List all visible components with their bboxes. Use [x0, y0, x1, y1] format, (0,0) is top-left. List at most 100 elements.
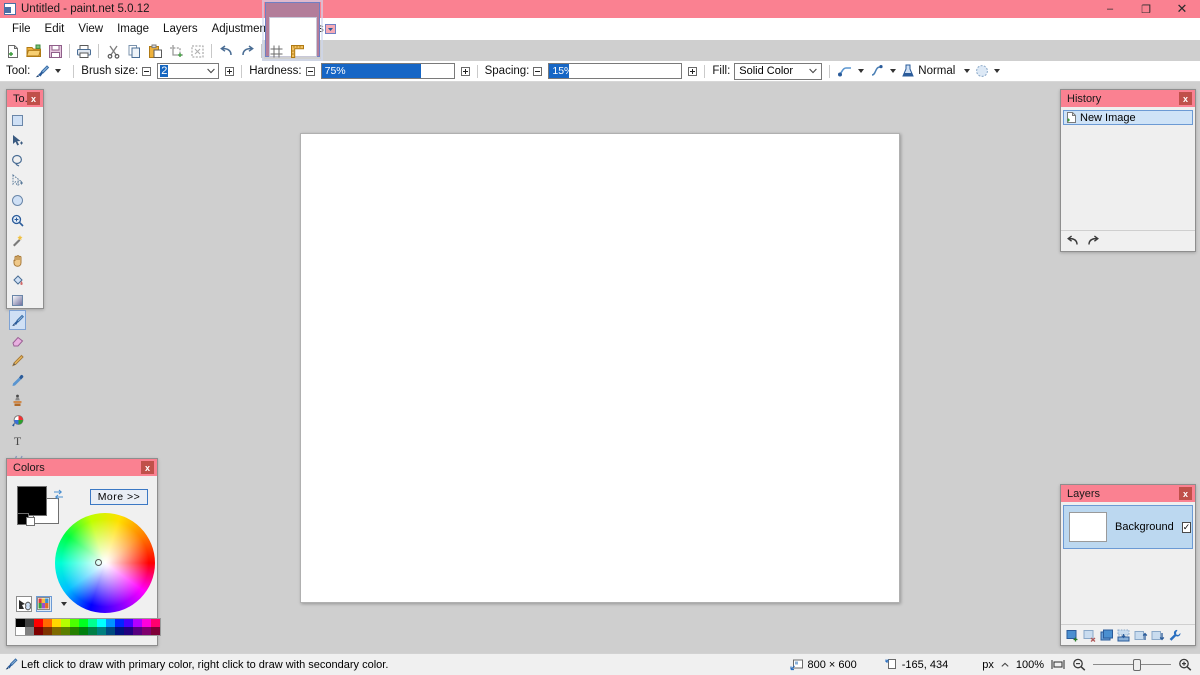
paste-icon[interactable]: [145, 41, 165, 61]
zoom-tool[interactable]: [9, 210, 26, 230]
tools-panel-close-icon[interactable]: x: [27, 92, 40, 105]
paintbrush-tool[interactable]: [9, 310, 26, 330]
palette-swatch[interactable]: [142, 627, 151, 635]
fit-to-window-button[interactable]: [1051, 658, 1065, 671]
spacing-increase-button[interactable]: [688, 67, 697, 76]
palette-swatch[interactable]: [79, 619, 88, 627]
palette-swatch[interactable]: [34, 627, 43, 635]
color-palette[interactable]: [15, 618, 161, 636]
minimize-button[interactable]: –: [1092, 0, 1128, 18]
hardness-decrease-button[interactable]: [306, 67, 315, 76]
blending-icon[interactable]: [869, 64, 885, 78]
recolor-tool[interactable]: [9, 410, 26, 430]
cut-icon[interactable]: [103, 41, 123, 61]
brush-size-input[interactable]: 2: [157, 63, 219, 79]
palette-picker-button[interactable]: [16, 596, 32, 612]
palette-swatch[interactable]: [124, 619, 133, 627]
add-layer-button[interactable]: [1066, 629, 1080, 642]
duplicate-layer-button[interactable]: [1100, 629, 1114, 642]
palette-swatch[interactable]: [34, 619, 43, 627]
brush-size-chevron-down-icon[interactable]: [207, 68, 215, 74]
toggle-rulers-icon[interactable]: [287, 41, 307, 61]
palette-swatch[interactable]: [124, 627, 133, 635]
palette-swatch[interactable]: [88, 619, 97, 627]
palette-swatch[interactable]: [61, 627, 70, 635]
delete-layer-button[interactable]: [1083, 629, 1097, 642]
fill-dropdown[interactable]: Solid Color: [734, 63, 822, 80]
palette-swatch[interactable]: [106, 627, 115, 635]
palette-swatch[interactable]: [151, 627, 160, 635]
menu-image[interactable]: Image: [110, 20, 156, 38]
image-tab-chevron-down-icon[interactable]: [325, 24, 336, 34]
layer-properties-button[interactable]: [1168, 629, 1182, 642]
undo-icon[interactable]: [216, 41, 236, 61]
save-image-icon[interactable]: [45, 41, 65, 61]
palette-swatch[interactable]: [79, 627, 88, 635]
palette-row-top[interactable]: [16, 619, 160, 627]
pan-tool[interactable]: [9, 250, 26, 270]
gradient-tool[interactable]: [9, 290, 26, 310]
layer-item[interactable]: Background ✓: [1063, 505, 1193, 549]
more-button[interactable]: More >>: [90, 489, 148, 505]
close-button[interactable]: ✕: [1164, 0, 1200, 18]
palette-swatch[interactable]: [151, 619, 160, 627]
palette-swatch[interactable]: [25, 619, 34, 627]
palette-swatch[interactable]: [88, 627, 97, 635]
secondary-color-mini-swatch[interactable]: [26, 517, 35, 526]
merge-layer-down-button[interactable]: [1117, 629, 1131, 642]
clone-stamp-tool[interactable]: [9, 390, 26, 410]
palette-menu-button[interactable]: [61, 602, 67, 606]
antialiasing-dropdown-arrow[interactable]: [858, 69, 864, 73]
primary-color-swatch[interactable]: [17, 486, 47, 516]
move-layer-up-button[interactable]: [1134, 629, 1148, 642]
history-list[interactable]: New Image: [1061, 107, 1195, 229]
magic-wand-tool[interactable]: [9, 230, 26, 250]
menu-view[interactable]: View: [71, 20, 110, 38]
layers-panel-header[interactable]: Layers x: [1061, 485, 1195, 502]
move-selected-tool[interactable]: [9, 130, 26, 150]
layer-visibility-checkbox[interactable]: ✓: [1182, 522, 1192, 533]
selection-mode-dropdown-arrow[interactable]: [994, 69, 1000, 73]
fill-chevron-down-icon[interactable]: [809, 68, 817, 74]
spacing-decrease-button[interactable]: [533, 67, 542, 76]
zoom-slider[interactable]: [1093, 659, 1171, 671]
history-panel-close-icon[interactable]: x: [1179, 92, 1192, 105]
history-item[interactable]: New Image: [1063, 110, 1193, 125]
rectangle-select-tool[interactable]: [9, 110, 26, 130]
tool-dropdown-arrow[interactable]: [55, 69, 61, 73]
palette-swatch[interactable]: [16, 619, 25, 627]
redo-button[interactable]: [1086, 235, 1100, 247]
zoom-in-icon[interactable]: [1178, 658, 1192, 671]
crop-to-selection-icon[interactable]: [166, 41, 186, 61]
palette-swatch[interactable]: [97, 627, 106, 635]
palette-swatch-button[interactable]: [36, 596, 52, 612]
deselect-icon[interactable]: [187, 41, 207, 61]
antialiasing-icon[interactable]: [837, 64, 853, 78]
menu-file[interactable]: File: [5, 20, 38, 38]
swap-colors-icon[interactable]: [53, 489, 64, 500]
new-image-icon[interactable]: [3, 41, 23, 61]
blending-dropdown-arrow[interactable]: [890, 69, 896, 73]
palette-row-bottom[interactable]: [16, 627, 160, 635]
hardness-increase-button[interactable]: [461, 67, 470, 76]
palette-swatch[interactable]: [61, 619, 70, 627]
palette-swatch[interactable]: [115, 627, 124, 635]
zoom-slider-knob[interactable]: [1133, 659, 1141, 671]
move-layer-down-button[interactable]: [1151, 629, 1165, 642]
palette-swatch[interactable]: [142, 619, 151, 627]
canvas-area[interactable]: [0, 82, 1200, 653]
color-picker-tool[interactable]: [9, 370, 26, 390]
redo-icon[interactable]: [237, 41, 257, 61]
paint-bucket-tool[interactable]: [9, 270, 26, 290]
eraser-tool[interactable]: [9, 330, 26, 350]
palette-swatch[interactable]: [133, 619, 142, 627]
menu-edit[interactable]: Edit: [38, 20, 72, 38]
menu-layers[interactable]: Layers: [156, 20, 205, 38]
blend-mode-dropdown-arrow[interactable]: [964, 69, 970, 73]
blend-mode-icon[interactable]: [901, 64, 915, 78]
color-wheel-marker[interactable]: [95, 559, 102, 566]
pencil-tool[interactable]: [9, 350, 26, 370]
palette-swatch[interactable]: [133, 627, 142, 635]
brush-size-increase-button[interactable]: [225, 67, 234, 76]
paintbrush-icon[interactable]: [34, 64, 50, 79]
